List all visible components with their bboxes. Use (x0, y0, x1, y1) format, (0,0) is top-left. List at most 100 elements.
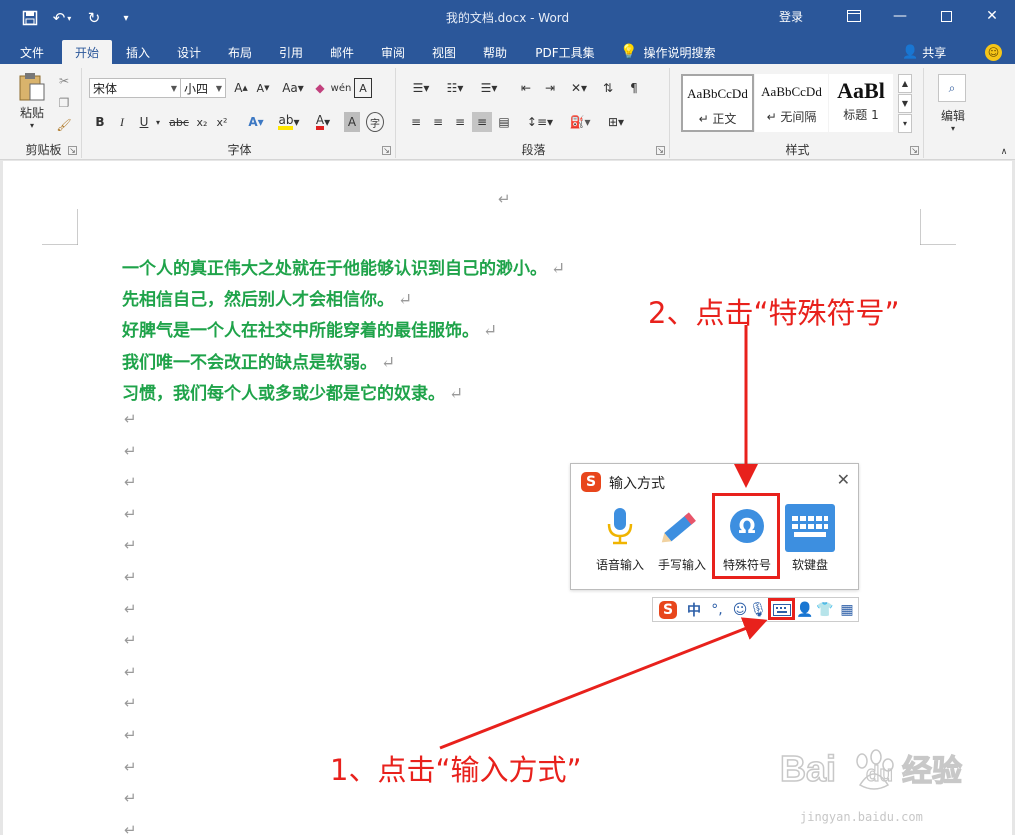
ribbon-display-icon[interactable] (831, 0, 877, 32)
tab-mailings[interactable]: 邮件 (322, 40, 362, 64)
cut-icon[interactable]: ✂ (54, 72, 74, 90)
font-color-icon[interactable]: A ▾ (310, 112, 336, 132)
tab-view[interactable]: 视图 (424, 40, 464, 64)
underline-button[interactable]: U (136, 112, 152, 132)
text-line-5[interactable]: 习惯，我们每个人或多或少都是它的奴隶。 ↵ (122, 379, 463, 404)
chinese-layout-icon[interactable]: ✕▾ (566, 78, 592, 98)
tab-pdf-tools[interactable]: PDF工具集 (526, 40, 604, 64)
change-case-icon[interactable]: Aa▾ (280, 78, 306, 98)
voice-input-button[interactable]: 语音输入 (590, 504, 650, 572)
style-no-spacing[interactable]: AaBbCcDd ↵ 无间隔 (755, 74, 828, 132)
text-line-4[interactable]: 我们唯一不会改正的缺点是软弱。 ↵ (122, 348, 395, 373)
enclose-char-icon[interactable]: 字 (366, 112, 384, 132)
feedback-smiley-icon[interactable]: ☺ (985, 44, 1002, 61)
styles-launcher-icon[interactable]: ↘ (910, 146, 919, 155)
paste-button[interactable]: 粘贴 ▾ (12, 70, 52, 132)
char-border-icon[interactable]: A (354, 78, 372, 98)
close-icon[interactable]: ✕ (969, 0, 1015, 32)
empty-paragraph-mark: ↵ (124, 473, 137, 491)
strikethrough-button[interactable]: abc (168, 112, 190, 132)
styles-scroll-up-icon[interactable]: ▲ (898, 74, 912, 93)
bold-button[interactable]: B (92, 112, 108, 132)
underline-dropdown-icon[interactable]: ▾ (154, 112, 162, 132)
empty-paragraph-mark: ↵ (124, 663, 137, 681)
find-icon[interactable]: ⌕ (938, 74, 966, 102)
align-right-icon[interactable]: ≡ (450, 112, 470, 132)
align-center-icon[interactable]: ≡ (428, 112, 448, 132)
user-icon[interactable]: 👤 (796, 601, 813, 619)
tab-layout[interactable]: 布局 (220, 40, 260, 64)
highlight-color-icon[interactable]: ab ▾ (276, 112, 302, 132)
collapse-ribbon-icon[interactable]: ∧ (998, 146, 1010, 158)
line-spacing-icon[interactable]: ↕≡▾ (526, 112, 554, 132)
clear-format-icon[interactable]: ◆ (310, 78, 330, 98)
superscript-button[interactable]: x² (214, 112, 230, 132)
style-heading-1[interactable]: AaBl 标题 1 (829, 74, 893, 132)
bullets-icon[interactable]: ☰▾ (406, 78, 436, 98)
paragraph-launcher-icon[interactable]: ↘ (656, 146, 665, 155)
italic-button[interactable]: I (114, 112, 130, 132)
style-normal[interactable]: AaBbCcDd ↵ 正文 (681, 74, 754, 132)
justify-icon[interactable]: ≡ (472, 112, 492, 132)
ribbon-tabs: 文件 开始 插入 设计 布局 引用 邮件 审阅 视图 帮助 PDF工具集 💡 操… (0, 36, 1015, 64)
font-launcher-icon[interactable]: ↘ (382, 146, 391, 155)
grow-font-icon[interactable]: A ▲ (232, 78, 250, 98)
empty-paragraph-mark: ↵ (124, 410, 137, 428)
char-shading-icon[interactable]: A (344, 112, 360, 132)
distributed-icon[interactable]: ▤ (494, 112, 514, 132)
tab-file[interactable]: 文件 (12, 40, 52, 64)
tab-design[interactable]: 设计 (169, 40, 209, 64)
paragraph-group: ☰▾ ☷▾ ☰▾ ⇤ ⇥ ✕▾ ⇅ ¶ ≡ ≡ ≡ ≡ ▤ ↕≡▾ ⛽▾ ⊞▾ … (398, 68, 670, 158)
person-icon: 👤 (902, 44, 919, 60)
shrink-font-icon[interactable]: A ▼ (254, 78, 272, 98)
text-line-2[interactable]: 先相信自己，然后别人才会相信你。 ↵ (122, 285, 412, 310)
multilevel-list-icon[interactable]: ☰▾ (474, 78, 504, 98)
tab-insert[interactable]: 插入 (118, 40, 158, 64)
show-marks-icon[interactable]: ¶ (624, 78, 644, 98)
tab-references[interactable]: 引用 (271, 40, 311, 64)
tab-help[interactable]: 帮助 (475, 40, 515, 64)
tab-review[interactable]: 审阅 (373, 40, 413, 64)
editing-dropdown-icon[interactable]: ▾ (926, 122, 980, 134)
copy-icon[interactable]: ❐ (54, 94, 74, 112)
font-size-select[interactable]: 小四 ▼ (180, 78, 226, 98)
text-line-1[interactable]: 一个人的真正伟大之处就在于他能够认识到自己的渺小。 ↵ (122, 254, 565, 279)
share-button[interactable]: 👤 共享 (902, 40, 946, 64)
paragraph-label: 段落 (521, 143, 546, 157)
numbering-icon[interactable]: ☷▾ (440, 78, 470, 98)
font-name-select[interactable]: 宋体 ▼ (89, 78, 181, 98)
text-line-3[interactable]: 好脾气是一个人在社交中所能穿着的最佳服饰。 ↵ (122, 316, 497, 341)
increase-indent-icon[interactable]: ⇥ (540, 78, 560, 98)
maximize-icon[interactable] (923, 0, 969, 32)
popup-close-icon[interactable]: ✕ (837, 470, 850, 489)
soft-keyboard-button[interactable]: 软键盘 (780, 504, 840, 572)
lightbulb-icon: 💡 (620, 44, 638, 60)
toolbox-grid-icon[interactable]: ▦ (839, 601, 855, 619)
punctuation-toggle[interactable]: °, (709, 601, 725, 619)
sort-icon[interactable]: ⇅ (598, 78, 618, 98)
align-left-icon[interactable]: ≡ (406, 112, 426, 132)
highlight-input-method (768, 598, 795, 620)
borders-icon[interactable]: ⊞▾ (602, 112, 630, 132)
decrease-indent-icon[interactable]: ⇤ (516, 78, 536, 98)
text-effects-icon[interactable]: A▾ (244, 112, 268, 132)
voice-bar-icon[interactable]: 🎙 (749, 601, 767, 619)
sogou-bar-logo[interactable]: S (657, 601, 679, 619)
phonetic-guide-icon[interactable]: wén (331, 78, 352, 98)
tell-me-search[interactable]: 💡 操作说明搜索 (620, 40, 715, 64)
clipboard-group: 粘贴 ▾ ✂ ❐ 🖌 剪贴板 ↘ (6, 68, 82, 158)
sogou-logo-icon: S (581, 472, 601, 492)
clipboard-launcher-icon[interactable]: ↘ (68, 146, 77, 155)
styles-scroll-down-icon[interactable]: ▼ (898, 94, 912, 113)
subscript-button[interactable]: x₂ (194, 112, 210, 132)
handwriting-input-button[interactable]: 手写输入 (652, 504, 712, 572)
chinese-mode-toggle[interactable]: 中 (685, 601, 703, 619)
emoji-icon[interactable]: ☺ (731, 601, 749, 619)
skin-shirt-icon[interactable]: 👕 (816, 601, 833, 619)
login-link[interactable]: 登录 (779, 8, 803, 25)
tab-home[interactable]: 开始 (62, 40, 112, 64)
styles-more-icon[interactable]: ▾ (898, 114, 912, 133)
minimize-icon[interactable]: — (877, 0, 923, 32)
shading-icon[interactable]: ⛽▾ (566, 112, 594, 132)
format-painter-icon[interactable]: 🖌 (54, 116, 74, 134)
